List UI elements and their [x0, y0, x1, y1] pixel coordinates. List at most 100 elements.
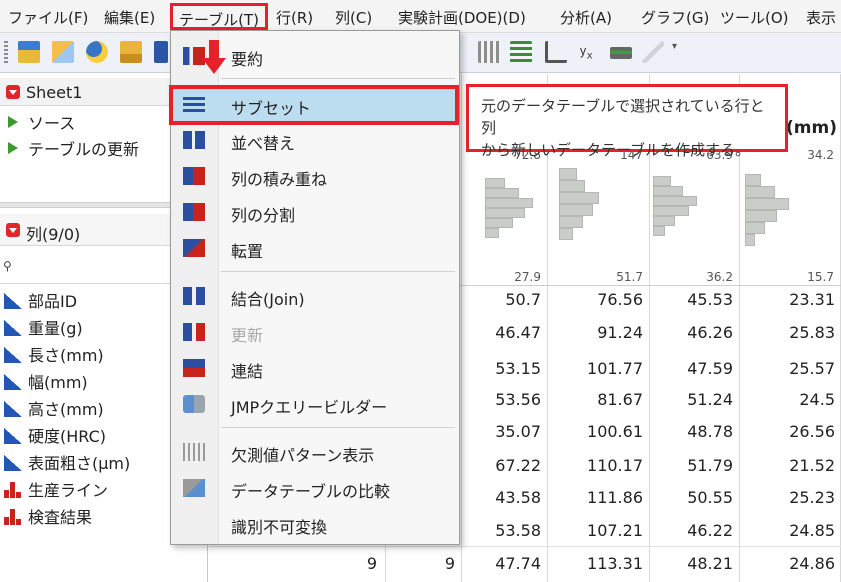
- histogram-cell[interactable]: 63.9 36.2: [649, 148, 739, 284]
- nominal-icon: [4, 482, 22, 498]
- new-script-icon[interactable]: [52, 41, 74, 63]
- histogram-cell[interactable]: 72.8 27.9: [461, 148, 547, 284]
- menu-item-concatenate[interactable]: 連結: [171, 351, 459, 385]
- grid-cell[interactable]: 23.31: [745, 290, 835, 309]
- subset-icon: [183, 97, 205, 115]
- stack-icon: [183, 167, 205, 185]
- grid-cell[interactable]: 110.17: [553, 456, 643, 475]
- menu-item-query-builder[interactable]: JMPクエリービルダー: [171, 387, 459, 421]
- disclosure-icon[interactable]: [6, 85, 20, 99]
- chart-icon[interactable]: [545, 41, 567, 63]
- grid-cell[interactable]: 45.53: [643, 290, 733, 309]
- new-table-icon[interactable]: [18, 41, 40, 63]
- menu-cols[interactable]: 列(C): [335, 7, 372, 28]
- column-item[interactable]: 高さ(mm): [4, 396, 104, 420]
- menu-file[interactable]: ファイル(F): [8, 7, 88, 28]
- transpose-icon: [183, 239, 205, 257]
- menu-rows[interactable]: 行(R): [276, 7, 313, 28]
- menu-item-transpose[interactable]: 転置: [171, 231, 459, 265]
- column-item[interactable]: 生産ライン: [4, 477, 108, 501]
- grid-cell[interactable]: 53.56: [451, 390, 541, 409]
- grid-cell[interactable]: 50.7: [451, 290, 541, 309]
- menu-graph[interactable]: グラフ(G): [641, 7, 709, 28]
- grid-cell[interactable]: 91.24: [553, 323, 643, 342]
- grid-cell[interactable]: 113.31: [553, 554, 643, 573]
- toolbar-grip[interactable]: [4, 41, 8, 63]
- save-icon[interactable]: [154, 41, 168, 63]
- grid-cell[interactable]: 76.56: [553, 290, 643, 309]
- grid-icon[interactable]: [510, 41, 532, 63]
- play-icon: [8, 116, 18, 128]
- grid-cell[interactable]: 25.57: [745, 359, 835, 378]
- column-header[interactable]: (mm): [786, 118, 837, 138]
- column-item[interactable]: 重量(g): [4, 315, 83, 339]
- grid-cell[interactable]: 46.22: [643, 521, 733, 540]
- grid-cell[interactable]: 9: [287, 554, 377, 573]
- grid-cell[interactable]: 47.59: [643, 359, 733, 378]
- menu-view[interactable]: 表示: [806, 7, 836, 28]
- grid-cell[interactable]: 46.47: [451, 323, 541, 342]
- open-folder-icon[interactable]: [120, 41, 142, 63]
- menu-item-sort[interactable]: 並べ替え: [171, 123, 459, 157]
- grid-cell[interactable]: 53.15: [451, 359, 541, 378]
- grid-cell[interactable]: 9: [365, 554, 455, 573]
- menu-item-missing-pattern[interactable]: 欠測値パターン表示: [171, 435, 459, 469]
- grid-cell[interactable]: 101.77: [553, 359, 643, 378]
- grid-cell[interactable]: 53.58: [451, 521, 541, 540]
- grid-cell[interactable]: 35.07: [451, 422, 541, 441]
- script-update-table[interactable]: テーブルの更新: [8, 136, 139, 160]
- grid-cell[interactable]: 48.78: [643, 422, 733, 441]
- grid-cell[interactable]: 51.79: [643, 456, 733, 475]
- grid-cell[interactable]: 24.86: [745, 554, 835, 573]
- python-icon[interactable]: [86, 41, 108, 63]
- menu-tools[interactable]: ツール(O): [720, 7, 789, 28]
- column-item[interactable]: 幅(mm): [4, 369, 88, 393]
- column-item[interactable]: 検査結果: [4, 504, 92, 528]
- grid-cell[interactable]: 48.21: [643, 554, 733, 573]
- histogram-cell[interactable]: 34.2 15.7: [739, 148, 840, 284]
- menu-table[interactable]: テーブル(T): [170, 3, 268, 30]
- grid-cell[interactable]: 43.58: [451, 488, 541, 507]
- menu-item-join[interactable]: 結合(Join): [171, 279, 459, 313]
- menu-item-anonymize[interactable]: 識別不可変換: [171, 507, 459, 541]
- calculator-icon[interactable]: [478, 41, 500, 63]
- continuous-icon: [4, 401, 22, 417]
- menu-item-subset[interactable]: サブセット: [169, 85, 459, 125]
- grid-cell[interactable]: 100.61: [553, 422, 643, 441]
- pencil-icon: [642, 41, 664, 63]
- grid-cell[interactable]: 111.86: [553, 488, 643, 507]
- script-source[interactable]: ソース: [8, 110, 75, 134]
- column-item[interactable]: 長さ(mm): [4, 342, 104, 366]
- menu-analyze[interactable]: 分析(A): [560, 7, 612, 28]
- continuous-icon: [4, 320, 22, 336]
- anonymize-icon: [183, 515, 205, 533]
- menu-edit[interactable]: 編集(E): [104, 7, 155, 28]
- grid-cell[interactable]: 25.83: [745, 323, 835, 342]
- grid-cell[interactable]: 24.5: [745, 390, 835, 409]
- menu-item-compare-tables[interactable]: データテーブルの比較: [171, 471, 459, 505]
- menu-item-split[interactable]: 列の分割: [171, 195, 459, 229]
- search-icon: ⚲: [3, 259, 12, 273]
- grid-cell[interactable]: 47.74: [451, 554, 541, 573]
- grid-cell[interactable]: 21.52: [745, 456, 835, 475]
- histogram-cell[interactable]: 147 51.7: [547, 148, 649, 284]
- subset-tooltip: 元のデータテーブルで選択されている行と列 から新しいデータテーブルを作成する。: [466, 84, 788, 159]
- grid-cell[interactable]: 24.85: [745, 521, 835, 540]
- column-item[interactable]: 部品ID: [4, 288, 77, 312]
- column-item[interactable]: 硬度(HRC): [4, 423, 106, 447]
- menu-item-stack[interactable]: 列の積み重ね: [171, 159, 459, 193]
- grid-cell[interactable]: 107.21: [553, 521, 643, 540]
- grid-cell[interactable]: 81.67: [553, 390, 643, 409]
- distribution-icon[interactable]: [610, 47, 632, 59]
- grid-cell[interactable]: 46.26: [643, 323, 733, 342]
- grid-cell[interactable]: 25.23: [745, 488, 835, 507]
- grid-cell[interactable]: 67.22: [451, 456, 541, 475]
- grid-cell[interactable]: 51.24: [643, 390, 733, 409]
- grid-cell[interactable]: 50.55: [643, 488, 733, 507]
- menu-doe[interactable]: 実験計画(DOE)(D): [398, 7, 526, 28]
- yx-fit-icon[interactable]: yx: [575, 41, 597, 63]
- column-item[interactable]: 表面粗さ(μm): [4, 450, 130, 474]
- toolbar-more-icon[interactable]: ▾: [672, 41, 684, 63]
- grid-cell[interactable]: 26.56: [745, 422, 835, 441]
- disclosure-icon[interactable]: [6, 223, 20, 237]
